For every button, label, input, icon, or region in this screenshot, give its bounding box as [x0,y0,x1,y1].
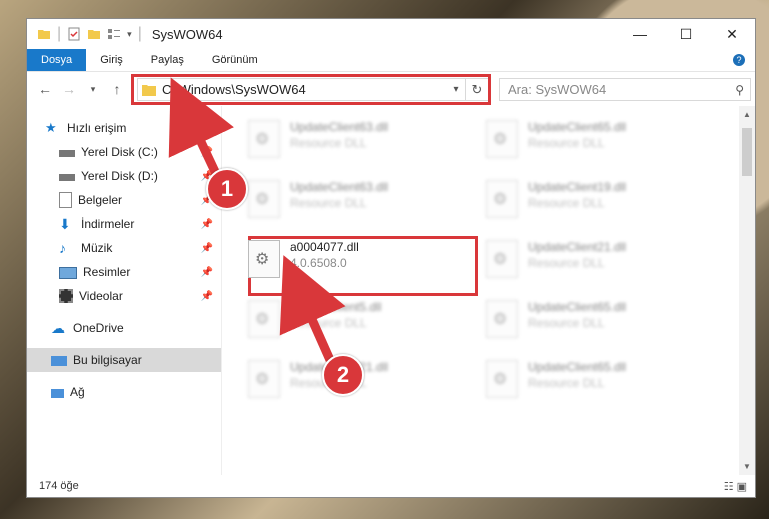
arrow-to-address [168,77,234,180]
callout-1: 1 [206,168,248,210]
callout-2: 2 [322,354,364,396]
annotation-arrows [168,77,346,362]
arrow-to-file [279,255,346,362]
